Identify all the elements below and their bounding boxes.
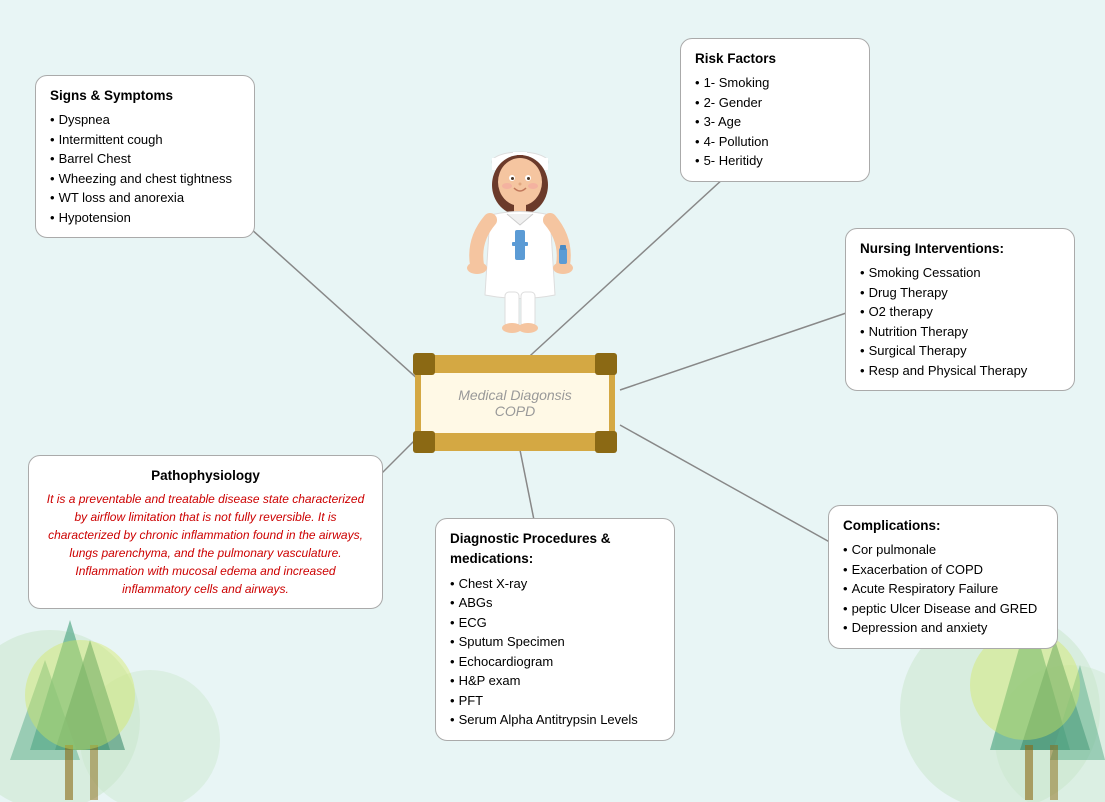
list-item: 5- Heritidy bbox=[695, 151, 855, 171]
pathophysiology-text: It is a preventable and treatable diseas… bbox=[43, 490, 368, 598]
signs-symptoms-list: Dyspnea Intermittent cough Barrel Chest … bbox=[50, 110, 240, 227]
list-item: Smoking Cessation bbox=[860, 263, 1060, 283]
risk-factors-title: Risk Factors bbox=[695, 49, 855, 69]
list-item: PFT bbox=[450, 691, 660, 711]
nursing-interventions-title: Nursing Interventions: bbox=[860, 239, 1060, 259]
list-item: Intermittent cough bbox=[50, 130, 240, 150]
list-item: WT loss and anorexia bbox=[50, 188, 240, 208]
signs-symptoms-title: Signs & Symptoms bbox=[50, 86, 240, 106]
list-item: Wheezing and chest tightness bbox=[50, 169, 240, 189]
list-item: Echocardiogram bbox=[450, 652, 660, 672]
center-title: Medical Diagonsis bbox=[458, 387, 572, 403]
scroll-top bbox=[415, 355, 615, 373]
list-item: Depression and anxiety bbox=[843, 618, 1043, 638]
list-item: ABGs bbox=[450, 593, 660, 613]
list-item: 2- Gender bbox=[695, 93, 855, 113]
list-item: H&P exam bbox=[450, 671, 660, 691]
nurse-illustration bbox=[455, 130, 585, 350]
scroll-container: Medical Diagonsis COPD bbox=[415, 355, 615, 451]
list-item: Hypotension bbox=[50, 208, 240, 228]
list-item: Drug Therapy bbox=[860, 283, 1060, 303]
complications-box: Complications: Cor pulmonale Exacerbatio… bbox=[828, 505, 1058, 649]
list-item: 3- Age bbox=[695, 112, 855, 132]
list-item: Chest X-ray bbox=[450, 574, 660, 594]
pathophysiology-box: Pathophysiology It is a preventable and … bbox=[28, 455, 383, 609]
risk-factors-box: Risk Factors 1- Smoking 2- Gender 3- Age… bbox=[680, 38, 870, 182]
list-item: peptic Ulcer Disease and GRED bbox=[843, 599, 1043, 619]
list-item: Cor pulmonale bbox=[843, 540, 1043, 560]
list-item: 4- Pollution bbox=[695, 132, 855, 152]
list-item: Resp and Physical Therapy bbox=[860, 361, 1060, 381]
scroll-body: Medical Diagonsis COPD bbox=[415, 373, 615, 433]
list-item: Barrel Chest bbox=[50, 149, 240, 169]
complications-title: Complications: bbox=[843, 516, 1043, 536]
list-item: Dyspnea bbox=[50, 110, 240, 130]
center-banner: Medical Diagonsis COPD bbox=[415, 355, 615, 451]
nursing-interventions-list: Smoking Cessation Drug Therapy O2 therap… bbox=[860, 263, 1060, 380]
pathophysiology-title: Pathophysiology bbox=[43, 466, 368, 486]
center-subtitle: COPD bbox=[495, 403, 535, 419]
diagnostic-box: Diagnostic Procedures & medications: Che… bbox=[435, 518, 675, 741]
list-item: O2 therapy bbox=[860, 302, 1060, 322]
diagnostic-list: Chest X-ray ABGs ECG Sputum Specimen Ech… bbox=[450, 574, 660, 730]
list-item: Exacerbation of COPD bbox=[843, 560, 1043, 580]
nursing-interventions-box: Nursing Interventions: Smoking Cessation… bbox=[845, 228, 1075, 391]
list-item: Acute Respiratory Failure bbox=[843, 579, 1043, 599]
scroll-bottom bbox=[415, 433, 615, 451]
list-item: Surgical Therapy bbox=[860, 341, 1060, 361]
list-item: ECG bbox=[450, 613, 660, 633]
risk-factors-list: 1- Smoking 2- Gender 3- Age 4- Pollution… bbox=[695, 73, 855, 171]
complications-list: Cor pulmonale Exacerbation of COPD Acute… bbox=[843, 540, 1043, 638]
list-item: Nutrition Therapy bbox=[860, 322, 1060, 342]
diagnostic-title: Diagnostic Procedures & medications: bbox=[450, 529, 660, 570]
list-item: 1- Smoking bbox=[695, 73, 855, 93]
list-item: Serum Alpha Antitrypsin Levels bbox=[450, 710, 660, 730]
list-item: Sputum Specimen bbox=[450, 632, 660, 652]
signs-symptoms-box: Signs & Symptoms Dyspnea Intermittent co… bbox=[35, 75, 255, 238]
